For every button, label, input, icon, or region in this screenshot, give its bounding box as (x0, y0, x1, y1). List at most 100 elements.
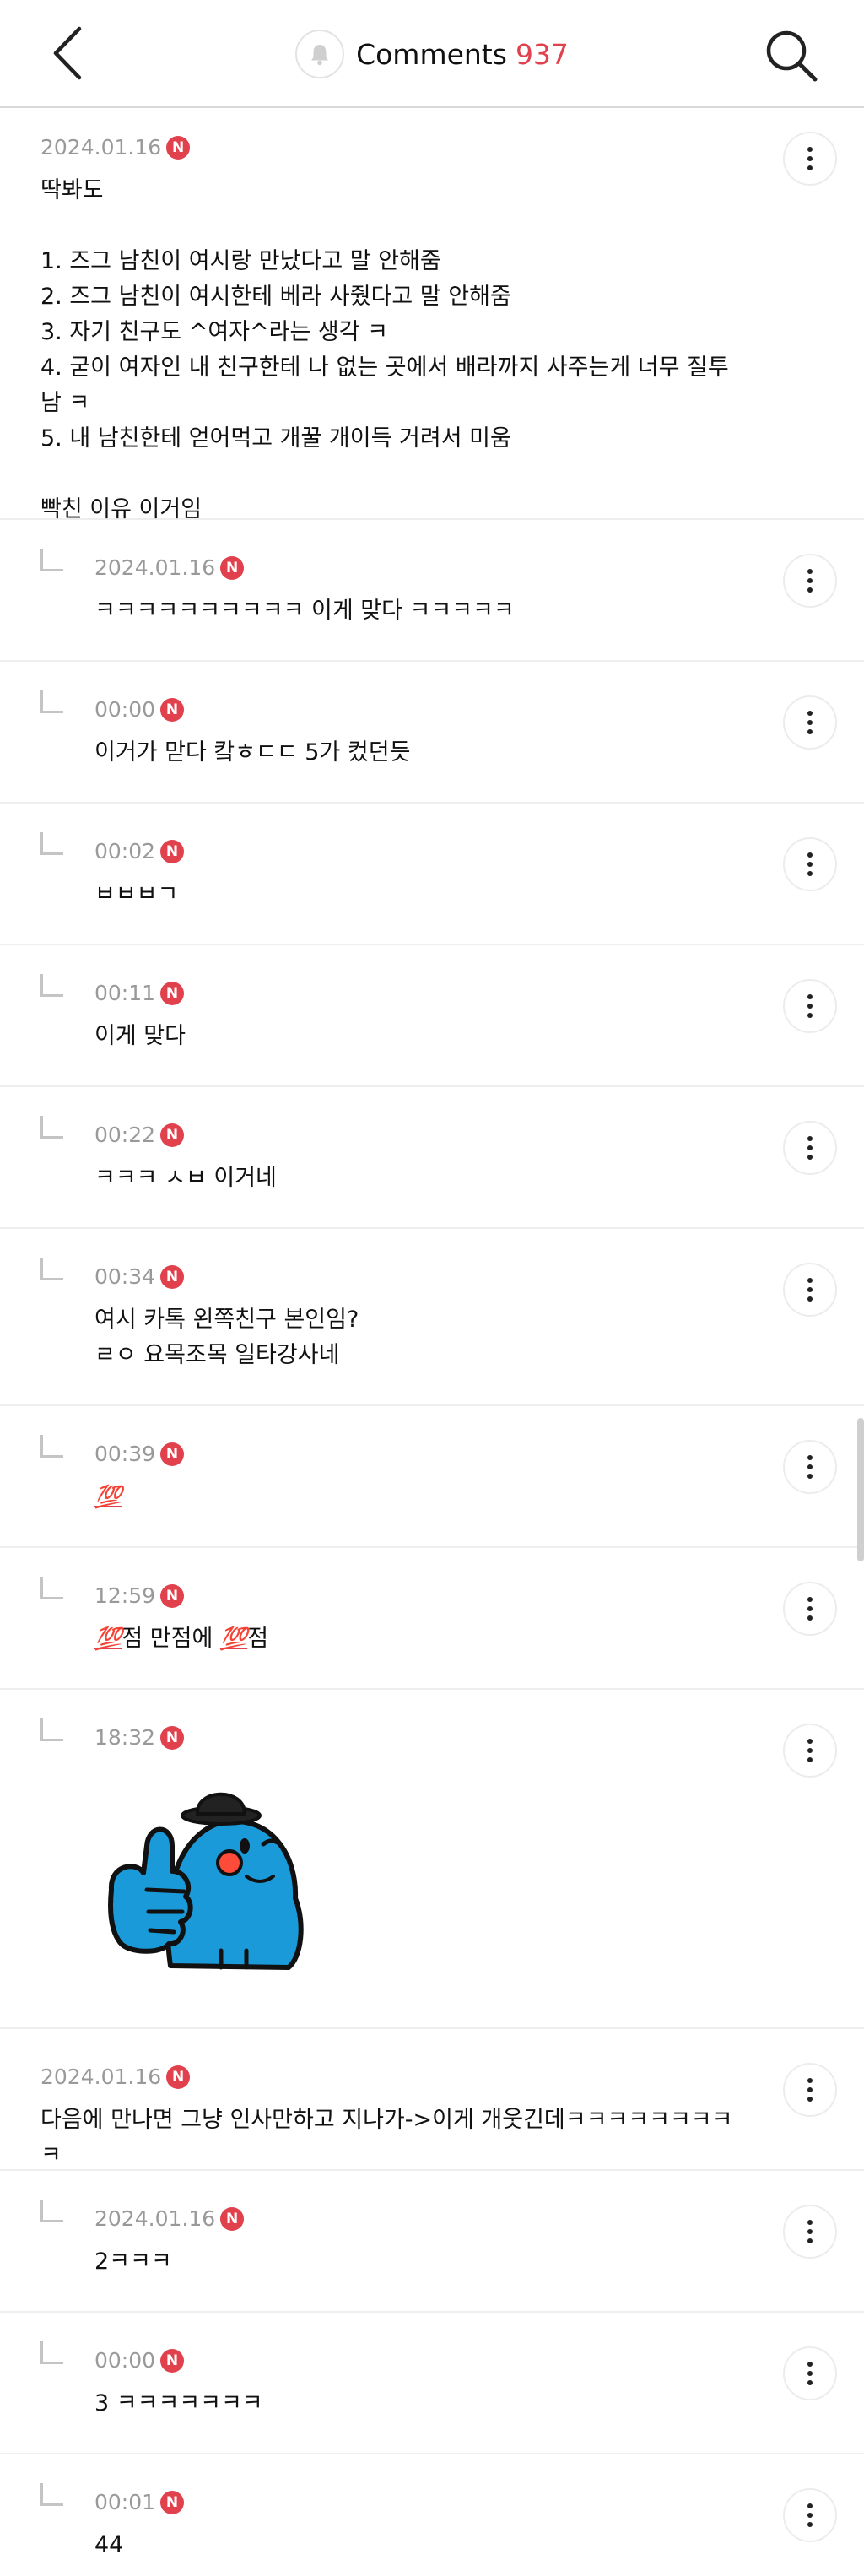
reply-indicator-icon (40, 1718, 63, 1741)
more-vertical-icon (807, 1595, 813, 1623)
comment-date: 2024.01.16 (40, 2065, 162, 2089)
more-options-button[interactable] (783, 1263, 837, 1317)
reply-text: 💯 (94, 1480, 737, 1515)
reply-text: 이게 맞다 (94, 1023, 186, 1049)
more-vertical-icon (807, 993, 813, 1020)
comment-date: 2024.01.16 (40, 135, 162, 160)
reply-indicator-icon (40, 2200, 63, 2222)
reply-meta: 00:11 N (94, 981, 737, 1005)
reply-meta: 18:32 N (94, 1725, 737, 1750)
more-options-button[interactable] (783, 2488, 837, 2542)
scrollbar[interactable] (857, 1418, 864, 1561)
comment-meta: 2024.01.16 N (40, 135, 737, 160)
reply: 00:00 N 이거가 맏다 캌ㅎㄷㄷ 5가 컸던듯 (0, 662, 864, 804)
search-icon (766, 30, 818, 82)
more-options-button[interactable] (783, 837, 837, 891)
reply-date: 00:00 (94, 697, 156, 722)
reply-indicator-icon (40, 974, 63, 997)
reply-date: 00:22 (94, 1123, 156, 1147)
comment-count: 937 (515, 37, 569, 71)
reply-date: 00:39 (94, 1442, 156, 1466)
comment-text: 딱봐도 1. 즈그 남친이 여시랑 만났다고 말 안해줌 2. 즈그 남친이 여… (40, 177, 729, 522)
reply-text: 44 (94, 2532, 124, 2558)
notification-toggle[interactable] (295, 30, 345, 78)
comment-meta: 2024.01.16 N (40, 2065, 737, 2089)
new-badge: N (160, 2348, 185, 2373)
reply-meta: 00:02 N (94, 839, 737, 863)
more-options-button[interactable] (783, 979, 837, 1033)
blue-character-thumbs-up-sticker (94, 1763, 314, 1983)
more-vertical-icon (807, 1134, 813, 1162)
hundred-points-emoji: 💯 (94, 1626, 122, 1652)
more-options-button[interactable] (783, 1440, 837, 1494)
more-vertical-icon (807, 851, 813, 879)
reply: 18:32 N (0, 1690, 864, 2029)
reply-indicator-icon (40, 832, 63, 855)
new-badge: N (220, 2206, 245, 2231)
reply-date: 00:01 (94, 2490, 156, 2514)
reply-text: 여시 카톡 왼쪽친구 본인임? ㄹㅇ 요목조목 일타강사네 (94, 1307, 359, 1368)
more-options-button[interactable] (783, 1121, 837, 1175)
reply-date: 00:34 (94, 1264, 156, 1289)
reply-meta: 00:34 N (94, 1264, 737, 1289)
reply-text: 2ㅋㅋㅋ (94, 2249, 172, 2275)
reply: 00:11 N 이게 맞다 (0, 945, 864, 1087)
more-options-button[interactable] (783, 2063, 837, 2117)
reply: 00:39 N 💯 (0, 1406, 864, 1548)
reply-date: 00:00 (94, 2348, 156, 2373)
more-vertical-icon (807, 1737, 813, 1765)
new-badge: N (160, 1264, 185, 1289)
reply: 2024.01.16 N ㅋㅋㅋㅋㅋㅋㅋㅋㅋㅋ 이게 맞다 ㅋㅋㅋㅋㅋ (0, 520, 864, 662)
reply: 00:01 N 44 (0, 2454, 864, 2576)
more-vertical-icon (807, 2360, 813, 2388)
reply-date: 00:02 (94, 839, 156, 863)
bell-icon (311, 45, 329, 66)
more-options-button[interactable] (783, 554, 837, 608)
more-vertical-icon (807, 709, 813, 737)
more-vertical-icon (807, 567, 813, 595)
more-options-button[interactable] (783, 2205, 837, 2259)
reply-indicator-icon (40, 1258, 63, 1280)
reply-text: 3 ㅋㅋㅋㅋㅋㅋㅋ (94, 2390, 263, 2416)
more-options-button[interactable] (783, 1582, 837, 1636)
reply-indicator-icon (40, 549, 63, 571)
more-vertical-icon (807, 2218, 813, 2246)
new-badge: N (220, 555, 245, 580)
top-bar: Comments 937 (0, 0, 864, 108)
reply-date: 00:11 (94, 981, 156, 1005)
reply: 12:59 N 💯점 만점에 💯점 (0, 1548, 864, 1690)
reply: 00:34 N 여시 카톡 왼쪽친구 본인임? ㄹㅇ 요목조목 일타강사네 (0, 1229, 864, 1406)
reply-date: 2024.01.16 (94, 2206, 216, 2231)
reply: 00:00 N 3 ㅋㅋㅋㅋㅋㅋㅋ (0, 2313, 864, 2454)
reply-text: ㅂㅂㅂㄱ (94, 881, 179, 907)
reply-indicator-icon (40, 2483, 63, 2506)
reply-meta: 00:00 N (94, 697, 737, 722)
more-options-button[interactable] (783, 695, 837, 750)
search-button[interactable] (761, 25, 822, 86)
comment: 2024.01.16 N 딱봐도 1. 즈그 남친이 여시랑 만났다고 말 안해… (0, 108, 864, 522)
more-vertical-icon (807, 1453, 813, 1481)
more-options-button[interactable] (783, 1724, 837, 1778)
reply: 00:22 N ㅋㅋㅋ ㅅㅂ 이거네 (0, 1087, 864, 1229)
reply-meta: 00:01 N (94, 2490, 737, 2514)
new-badge: N (166, 2065, 191, 2089)
reply-meta: 2024.01.16 N (94, 2206, 737, 2231)
header-title-group: Comments 937 (0, 30, 864, 78)
new-badge: N (160, 1725, 185, 1750)
more-vertical-icon (807, 1276, 813, 1304)
more-vertical-icon (807, 2076, 813, 2104)
new-badge: N (166, 135, 191, 160)
reply-meta: 00:39 N (94, 1442, 737, 1466)
more-options-button[interactable] (783, 132, 837, 186)
new-badge: N (160, 2490, 185, 2514)
more-vertical-icon (807, 2502, 813, 2530)
new-badge: N (160, 1123, 185, 1147)
comment-text: 다음에 만나면 그냥 인사만하고 지나가->이게 개웃긴데ㅋㅋㅋㅋㅋㅋㅋㅋㅋ (40, 2107, 733, 2168)
reply-text: ㅋㅋㅋ ㅅㅂ 이거네 (94, 1165, 277, 1191)
new-badge: N (160, 1442, 185, 1466)
more-options-button[interactable] (783, 2346, 837, 2400)
reply-indicator-icon (40, 1116, 63, 1139)
new-badge: N (160, 981, 185, 1005)
new-badge: N (160, 1583, 185, 1608)
comment: 2024.01.16 N 다음에 만나면 그냥 인사만하고 지나가->이게 개웃… (0, 2029, 864, 2171)
